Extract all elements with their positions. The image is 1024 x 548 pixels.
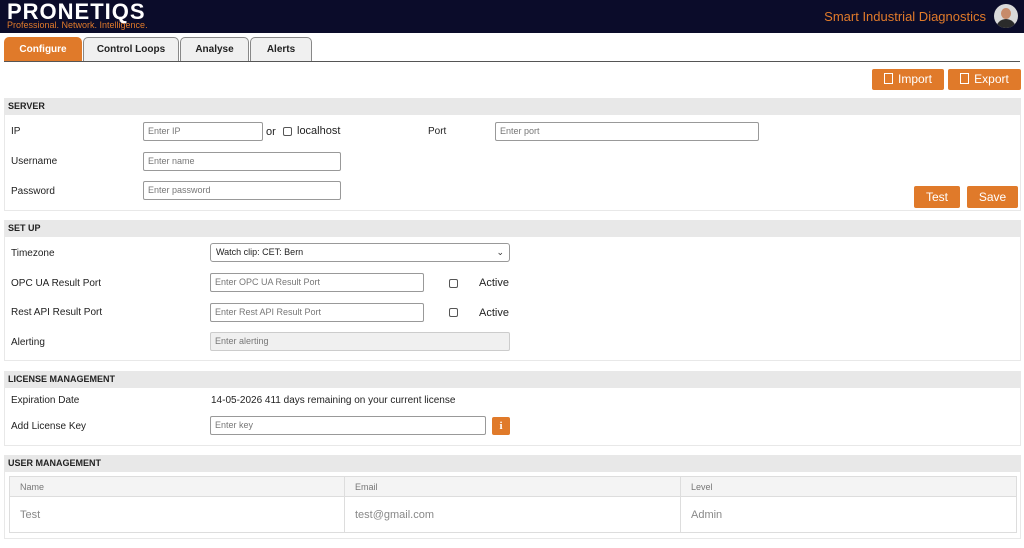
tab-control-loops[interactable]: Control Loops (83, 37, 179, 62)
port-input[interactable]: Enter port (495, 122, 759, 141)
license-key-input[interactable]: Enter key (210, 416, 486, 435)
password-label: Password (11, 186, 55, 197)
setup-section-title: SET UP (4, 220, 1021, 237)
tab-configure[interactable]: Configure (4, 37, 82, 62)
column-header-name[interactable]: Name (9, 476, 345, 497)
timezone-label: Timezone (11, 248, 55, 259)
table-cell-name[interactable]: Test (9, 497, 345, 533)
export-icon (960, 73, 970, 84)
export-label: Export (974, 72, 1009, 86)
expiration-value: 14-05-2026 411 days remaining on your cu… (211, 395, 456, 406)
chevron-down-icon: ⌄ (496, 247, 504, 257)
avatar-body-icon (996, 19, 1016, 28)
import-button[interactable]: Import (872, 69, 944, 90)
opc-active-label: Active (479, 277, 509, 289)
rest-port-input[interactable]: Enter Rest API Result Port (210, 303, 424, 322)
avatar-head-icon (1001, 8, 1011, 19)
server-section-title: SERVER (4, 98, 1021, 115)
top-bar: PRONETIQS Professional. Network. Intelli… (0, 0, 1024, 33)
timezone-select[interactable]: Watch clip: CET: Bern ⌄ (210, 243, 510, 262)
import-label: Import (897, 72, 932, 86)
rest-active-label: Active (479, 307, 509, 319)
license-key-label: Add License Key (11, 421, 87, 432)
localhost-label: localhost (297, 125, 341, 137)
alerting-label: Alerting (11, 337, 45, 348)
table-cell-email[interactable]: test@gmail.com (345, 497, 681, 533)
username-label: Username (11, 156, 58, 167)
save-button[interactable]: Save (967, 186, 1018, 208)
timezone-value: Watch clip: CET: Bern (216, 247, 304, 257)
tab-analyse[interactable]: Analyse (180, 37, 249, 62)
opc-port-input[interactable]: Enter OPC UA Result Port (210, 273, 424, 292)
license-section (4, 388, 1021, 446)
opc-active-checkbox[interactable] (449, 279, 458, 288)
port-label: Port (428, 126, 447, 137)
column-header-level[interactable]: Level (681, 476, 1017, 497)
ip-label: IP (11, 126, 21, 137)
table-cell-level[interactable]: Admin (681, 497, 1017, 533)
app-title: Smart Industrial Diagnostics (824, 9, 986, 24)
alerting-input: Enter alerting (210, 332, 510, 351)
info-icon[interactable]: i (492, 417, 510, 435)
test-button[interactable]: Test (914, 186, 960, 208)
export-button[interactable]: Export (948, 69, 1021, 90)
username-input[interactable]: Enter name (143, 152, 341, 171)
opc-port-label: OPC UA Result Port (11, 278, 102, 289)
license-section-title: LICENSE MANAGEMENT (4, 371, 1021, 388)
password-input[interactable]: Enter password (143, 181, 341, 200)
logo-tagline: Professional. Network. Intelligence. (7, 20, 148, 30)
column-header-email[interactable]: Email (345, 476, 681, 497)
rest-active-checkbox[interactable] (449, 308, 458, 317)
rest-port-label: Rest API Result Port (11, 307, 103, 318)
avatar[interactable] (994, 4, 1018, 28)
tab-divider (4, 61, 1020, 62)
ip-input[interactable]: Enter IP (143, 122, 263, 141)
import-icon (883, 73, 893, 84)
user-section-title: USER MANAGEMENT (4, 455, 1021, 472)
or-label: or (266, 126, 276, 138)
localhost-checkbox[interactable] (283, 127, 292, 136)
expiration-label: Expiration Date (11, 395, 80, 406)
setup-section (4, 237, 1021, 361)
tab-alerts[interactable]: Alerts (250, 37, 312, 62)
